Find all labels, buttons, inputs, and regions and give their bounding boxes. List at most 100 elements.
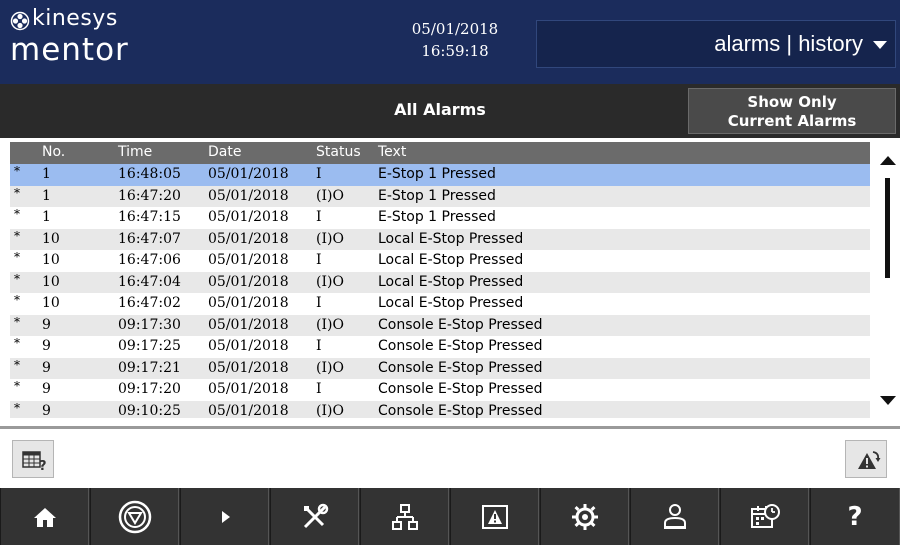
kinesys-flower-icon [10,11,30,31]
table-row[interactable]: * 9 09:17:25 05/01/2018 I Console E-Stop Pres… [10,336,870,358]
column-header-no[interactable]: No. [42,144,65,160]
app-header: kinesys mentor 05/01/2018 16:59:18 alarm… [0,0,900,84]
column-header-time[interactable]: Time [118,144,152,160]
nav-play-button[interactable] [180,488,269,545]
cell-text: E-Stop 1 Pressed [378,187,496,204]
row-marker: * [14,314,20,329]
cell-date: 05/01/2018 [208,230,289,247]
row-marker: * [14,379,20,393]
table-row[interactable]: * 10 16:47:07 05/01/2018 (I)O Local E-Stop Pr… [10,228,870,250]
table-row[interactable]: * 1 16:47:15 05/01/2018 I E-Stop 1 Pressed [10,207,870,229]
view-selector-dropdown[interactable]: alarms | history [536,20,896,68]
current-datetime: 05/01/2018 16:59:18 [385,18,525,62]
table-row[interactable]: * 9 09:17:20 05/01/2018 I Console E-Stop Pres… [10,379,870,401]
table-question-icon: ? [22,451,47,474]
cell-status: (I)O [316,359,344,376]
cell-time: 16:47:15 [118,209,181,225]
table-header-row: No. Time Date Status Text [10,142,870,164]
cell-status: I [316,209,322,225]
acknowledge-warning-icon [858,451,881,469]
column-header-text[interactable]: Text [378,144,406,160]
row-marker: * [14,228,20,243]
cell-status: I [316,166,322,182]
table-row[interactable]: * 9 09:17:21 05/01/2018 (I)O Console E-Stop P… [10,357,870,379]
row-marker: * [14,293,20,307]
cell-date: 05/01/2018 [208,252,289,268]
cell-status: (I)O [316,187,344,204]
nav-tools-button[interactable] [270,488,359,545]
cell-time: 09:17:21 [118,359,181,376]
logo-product-text: mentor [10,32,129,68]
show-current-alarms-button[interactable]: Show Only Current Alarms [688,88,896,134]
svg-text:?: ? [39,459,47,474]
cell-no: 9 [42,316,51,333]
cell-no: 1 [42,187,51,204]
cell-status: (I)O [316,273,344,290]
table-scrollbar[interactable] [873,142,900,418]
scroll-down-arrow-icon[interactable] [880,396,896,405]
acknowledge-alarm-button[interactable] [845,440,887,478]
nav-network-button[interactable] [360,488,449,545]
cell-no: 1 [42,209,51,225]
cell-date: 05/01/2018 [208,359,289,376]
cell-time: 16:47:04 [118,273,181,290]
logo-brand-text: kinesys [32,6,118,31]
table-row[interactable]: * 10 16:47:06 05/01/2018 I Local E-Stop Press… [10,250,870,272]
cell-text: Console E-Stop Pressed [378,316,543,333]
cell-text: E-Stop 1 Pressed [378,209,496,225]
cell-text: Console E-Stop Pressed [378,359,543,376]
user-icon [663,503,686,529]
cell-date: 05/01/2018 [208,338,289,354]
table-row[interactable]: * 10 16:47:02 05/01/2018 I Local E-Stop Press… [10,293,870,315]
nav-estop-button[interactable] [90,488,179,545]
cell-time: 09:10:25 [118,402,181,419]
scroll-up-arrow-icon[interactable] [880,156,896,165]
cell-no: 9 [42,402,51,419]
cell-status: I [316,381,322,397]
view-selector-value: alarms | history [714,31,863,56]
cell-date: 05/01/2018 [208,166,289,182]
nav-user-button[interactable] [630,488,719,545]
nav-schedule-button[interactable] [720,488,809,545]
column-header-date[interactable]: Date [208,144,241,160]
row-marker: * [14,250,20,264]
cell-status: I [316,338,322,354]
alarm-help-button[interactable]: ? [12,440,54,478]
divider [0,426,900,429]
cell-text: Console E-Stop Pressed [378,381,543,397]
scroll-thumb[interactable] [885,178,890,278]
table-row[interactable]: * 1 16:47:20 05/01/2018 (I)O E-Stop 1 Pressed [10,185,870,207]
nav-settings-button[interactable] [540,488,629,545]
cell-date: 05/01/2018 [208,209,289,225]
nav-help-button[interactable]: ? [810,488,900,545]
alarm-icon [481,504,508,529]
table-row[interactable]: * 9 09:10:25 05/01/2018 (I)O Console E-Stop P… [10,400,870,419]
current-date: 05/01/2018 [411,20,499,38]
table-row[interactable]: * 1 16:48:05 05/01/2018 I E-Stop 1 Pressed [10,164,870,186]
cell-no: 10 [42,295,60,311]
column-header-status[interactable]: Status [316,144,361,160]
table-row[interactable]: * 9 09:17:30 05/01/2018 (I)O Console E-Stop P… [10,314,870,336]
home-icon [33,507,56,527]
cell-time: 16:47:06 [118,252,181,268]
cell-status: I [316,295,322,311]
cell-date: 05/01/2018 [208,381,289,397]
cell-no: 10 [42,273,60,290]
row-marker: * [14,164,20,178]
alarm-table: No. Time Date Status Text * 1 16:48:05 05/0… [10,142,870,418]
cell-no: 10 [42,252,60,268]
cell-status: (I)O [316,316,344,333]
cell-time: 16:47:07 [118,230,181,247]
table-row[interactable]: * 10 16:47:04 05/01/2018 (I)O Local E-Stop Pr… [10,271,870,293]
tools-icon [303,503,328,528]
nav-alarms-button[interactable] [450,488,539,545]
nav-home-button[interactable] [0,488,89,545]
network-icon [391,503,418,530]
show-current-label-line1: Show Only [747,93,837,111]
alarm-list-toolbar: All Alarms Show Only Current Alarms [0,84,900,138]
cell-status: I [316,252,322,268]
cell-date: 05/01/2018 [208,187,289,204]
cell-text: Local E-Stop Pressed [378,273,524,290]
schedule-icon [750,503,780,528]
cell-text: Console E-Stop Pressed [378,402,543,419]
